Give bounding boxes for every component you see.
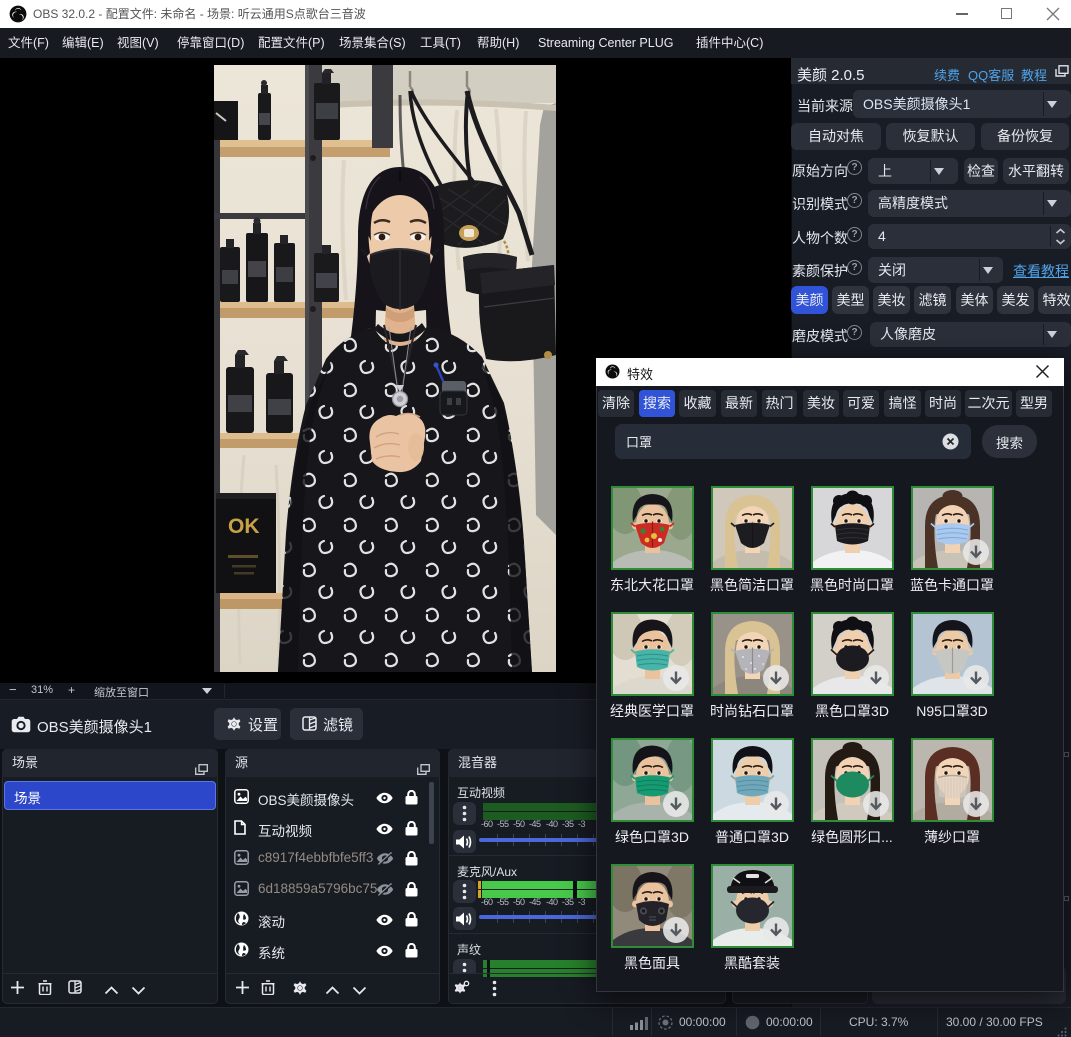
svg-text:OK: OK — [228, 515, 260, 538]
